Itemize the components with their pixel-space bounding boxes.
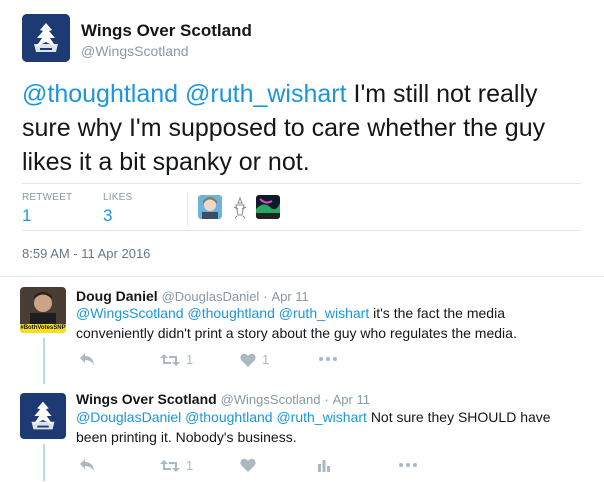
aurora-avatar-icon	[256, 195, 280, 219]
reply-avatar[interactable]: #BothVotesSNP	[20, 287, 66, 333]
author-avatar[interactable]	[22, 14, 70, 62]
liker-avatar[interactable]	[256, 195, 280, 219]
bar-chart-icon	[318, 460, 330, 472]
retweet-icon	[160, 353, 180, 366]
reply-text: @WingsScotland @thoughtland @ruth_wishar…	[76, 303, 576, 343]
like-count: 1	[262, 352, 270, 367]
reply-date[interactable]: Apr 11	[271, 289, 308, 304]
heart-icon	[240, 353, 256, 367]
person-avatar-icon	[198, 195, 222, 219]
wings-logo-icon	[20, 393, 66, 439]
liker-avatar[interactable]	[198, 195, 222, 219]
reply-author: Doug Daniel @DouglasDaniel · Apr 11	[76, 288, 309, 304]
reply-body: been printing it. Nobody's business.	[76, 429, 297, 445]
retweet-button[interactable]: 1	[160, 352, 193, 367]
mention-link[interactable]: @ruth_wishart	[279, 305, 369, 321]
retweets-label: RETWEET	[22, 192, 73, 203]
reply-author-name[interactable]: Doug Daniel	[76, 288, 158, 304]
liker-avatar[interactable]	[228, 195, 252, 219]
thread-connector	[43, 444, 45, 481]
reply-body: it's the fact the media	[373, 305, 505, 321]
reply-date[interactable]: Apr 11	[333, 392, 370, 407]
mention-link[interactable]: @thoughtland	[185, 409, 272, 425]
reply-icon	[80, 353, 94, 365]
tweet-text: @thoughtland @ruth_wishart I'm still not…	[22, 77, 587, 179]
likes-count[interactable]: 3	[103, 206, 112, 226]
stat-separator	[187, 192, 188, 226]
author-name[interactable]: Wings Over Scotland	[81, 21, 252, 41]
avatar-badge: #BothVotesSNP	[20, 325, 66, 331]
more-dots-icon	[319, 357, 337, 361]
divider	[22, 183, 581, 184]
reply-separator: ·	[263, 289, 268, 304]
retweet-count: 1	[186, 458, 194, 473]
likes-label: LIKES	[103, 192, 133, 203]
more-button[interactable]	[398, 458, 418, 472]
reply-button[interactable]	[79, 352, 95, 366]
analytics-button[interactable]	[317, 458, 331, 472]
mention-link[interactable]: @DouglasDaniel	[76, 409, 181, 425]
retweets-count[interactable]: 1	[22, 206, 31, 226]
mention-link[interactable]: @thoughtland	[22, 80, 178, 108]
mention-link[interactable]: @ruth_wishart	[185, 80, 347, 108]
like-button[interactable]	[240, 458, 256, 472]
mention-link[interactable]: @thoughtland	[187, 305, 274, 321]
retweet-count: 1	[186, 352, 194, 367]
author-handle[interactable]: @WingsScotland	[81, 43, 189, 59]
reply-button[interactable]	[79, 458, 95, 472]
tweet-timestamp[interactable]: 8:59 AM - 11 Apr 2016	[22, 246, 150, 261]
more-button[interactable]	[318, 352, 338, 366]
reply-icon	[80, 459, 94, 471]
reply-text: @DouglasDaniel @thoughtland @ruth_wishar…	[76, 407, 576, 447]
more-dots-icon	[399, 463, 417, 467]
retweet-icon	[160, 459, 180, 472]
reply-author: Wings Over Scotland @WingsScotland · Apr…	[76, 391, 370, 407]
thread-connector	[43, 338, 45, 384]
reply-avatar[interactable]	[20, 393, 66, 439]
reply-separator: ·	[324, 392, 329, 407]
reply-body: Not sure they SHOULD have	[370, 409, 551, 425]
sketch-avatar-icon	[228, 195, 252, 219]
like-button[interactable]: 1	[240, 352, 269, 367]
reply-body: conveniently didn't print a story about …	[76, 325, 517, 341]
retweet-button[interactable]: 1	[160, 458, 193, 473]
reply-author-handle[interactable]: @WingsScotland	[221, 392, 321, 407]
reply-author-handle[interactable]: @DouglasDaniel	[162, 289, 260, 304]
wings-logo-icon	[22, 14, 70, 62]
mention-link[interactable]: @ruth_wishart	[276, 409, 366, 425]
heart-icon	[240, 458, 256, 472]
mention-link[interactable]: @WingsScotland	[76, 305, 184, 321]
divider	[22, 230, 581, 231]
reply-author-name[interactable]: Wings Over Scotland	[76, 391, 217, 407]
